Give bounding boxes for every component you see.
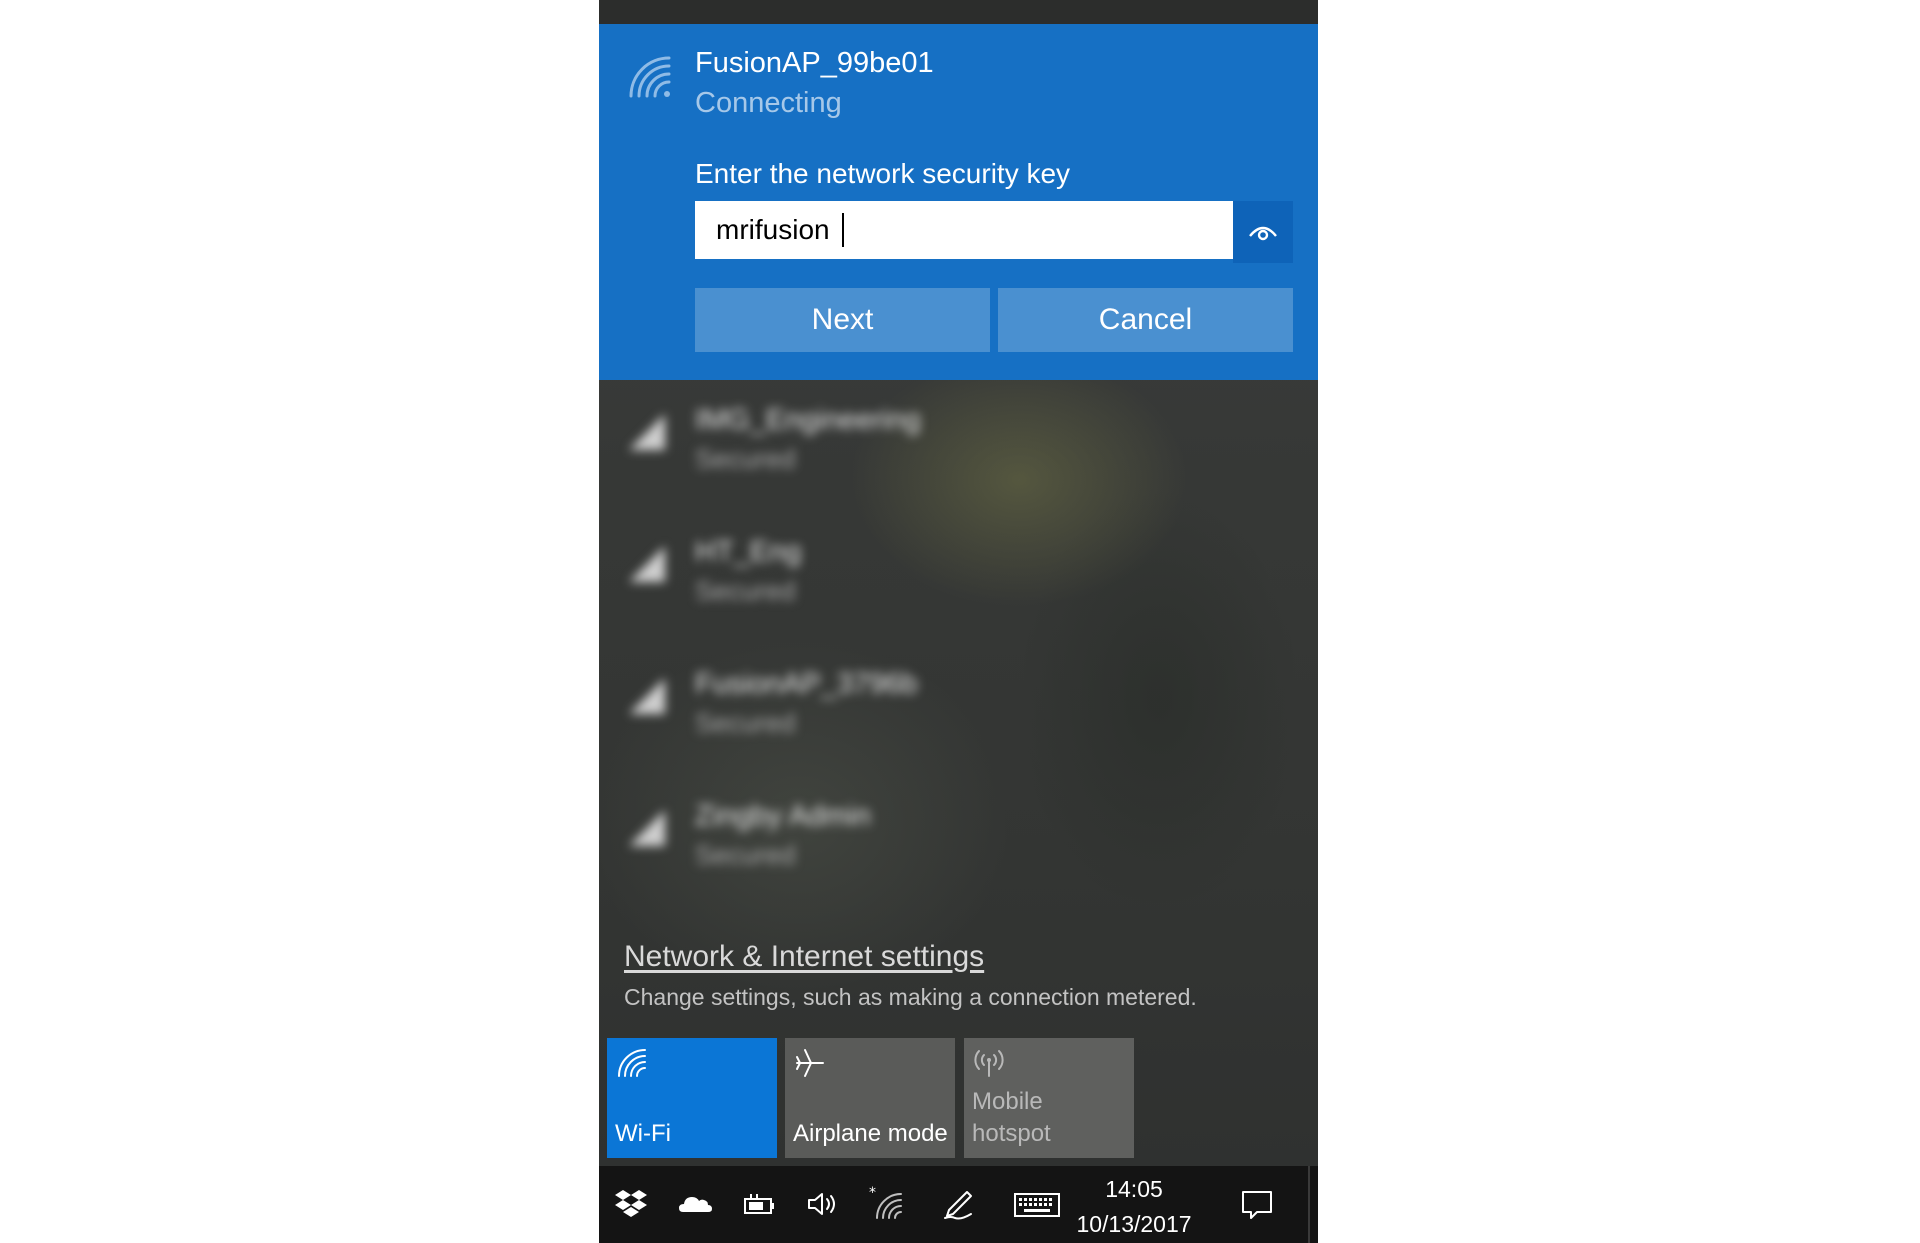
- wifi-icon[interactable]: *: [869, 1186, 905, 1222]
- wifi-toggle-tile[interactable]: Wi-Fi: [607, 1038, 777, 1158]
- network-list-item[interactable]: FusionAP_3796b Secured: [599, 648, 1318, 778]
- wifi-locked-icon: [629, 546, 665, 582]
- taskbar-divider: [1308, 1166, 1310, 1243]
- hotspot-icon: [974, 1050, 1004, 1077]
- network-name: Zingby Admin: [695, 800, 871, 832]
- network-status: Secured: [695, 576, 796, 606]
- pen-icon[interactable]: [941, 1186, 977, 1222]
- wifi-locked-icon: [629, 810, 665, 846]
- network-list: IMG_Engineering Secured HT_Eng Secured F…: [599, 384, 1318, 870]
- network-name: IMG_Engineering: [695, 404, 921, 436]
- security-key-input[interactable]: [695, 201, 1233, 259]
- network-ssid: FusionAP_99be01: [695, 47, 934, 79]
- network-settings-description: Change settings, such as making a connec…: [624, 984, 1197, 1010]
- onedrive-icon[interactable]: [677, 1186, 713, 1222]
- clock-time[interactable]: 14:05: [1084, 1176, 1184, 1203]
- clock-date[interactable]: 10/13/2017: [1073, 1211, 1195, 1238]
- connection-status: Connecting: [695, 87, 842, 119]
- volume-icon[interactable]: [805, 1186, 841, 1222]
- wifi-locked-icon: [629, 678, 665, 714]
- airplane-mode-tile[interactable]: Airplane mode: [785, 1038, 955, 1158]
- network-status: Secured: [695, 708, 796, 738]
- network-name: HT_Eng: [695, 536, 802, 568]
- dropbox-icon[interactable]: [613, 1186, 649, 1222]
- airplane-mode-tile-label: Airplane mode: [793, 1120, 948, 1147]
- active-network-panel: FusionAP_99be01 Connecting Enter the net…: [599, 24, 1318, 380]
- network-list-item[interactable]: HT_Eng Secured: [599, 516, 1318, 646]
- network-status: Secured: [695, 444, 796, 474]
- mobile-hotspot-tile-label: Mobile hotspot: [972, 1088, 1051, 1147]
- keyboard-icon[interactable]: [1014, 1186, 1060, 1222]
- next-button[interactable]: Next: [695, 288, 990, 352]
- network-status: Secured: [695, 840, 796, 870]
- network-list-item[interactable]: Zingby Admin Secured: [599, 780, 1318, 910]
- wifi-tile-label: Wi-Fi: [615, 1120, 671, 1147]
- wifi-signal-icon: [629, 56, 671, 98]
- network-flyout: FusionAP_99be01 Connecting Enter the net…: [599, 0, 1318, 1243]
- wifi-icon: [618, 1049, 646, 1077]
- network-name: FusionAP_3796b: [695, 668, 918, 700]
- taskbar: * 14:05 10/13/2017: [599, 1166, 1318, 1243]
- eye-icon: [1249, 226, 1277, 241]
- reveal-password-button[interactable]: [1233, 201, 1293, 263]
- svg-text:*: *: [869, 1186, 876, 1201]
- wifi-locked-icon: [629, 414, 665, 450]
- text-caret: [842, 213, 844, 247]
- action-center-icon[interactable]: [1239, 1186, 1275, 1222]
- network-settings-link[interactable]: Network & Internet settings: [624, 940, 984, 974]
- airplane-icon: [796, 1049, 824, 1077]
- power-plug-icon[interactable]: [741, 1186, 777, 1222]
- flyout-top-strip: [599, 0, 1318, 24]
- network-list-item[interactable]: IMG_Engineering Secured: [599, 384, 1318, 514]
- cancel-button[interactable]: Cancel: [998, 288, 1293, 352]
- mobile-hotspot-tile[interactable]: Mobile hotspot: [964, 1038, 1134, 1158]
- security-key-label: Enter the network security key: [695, 158, 1071, 189]
